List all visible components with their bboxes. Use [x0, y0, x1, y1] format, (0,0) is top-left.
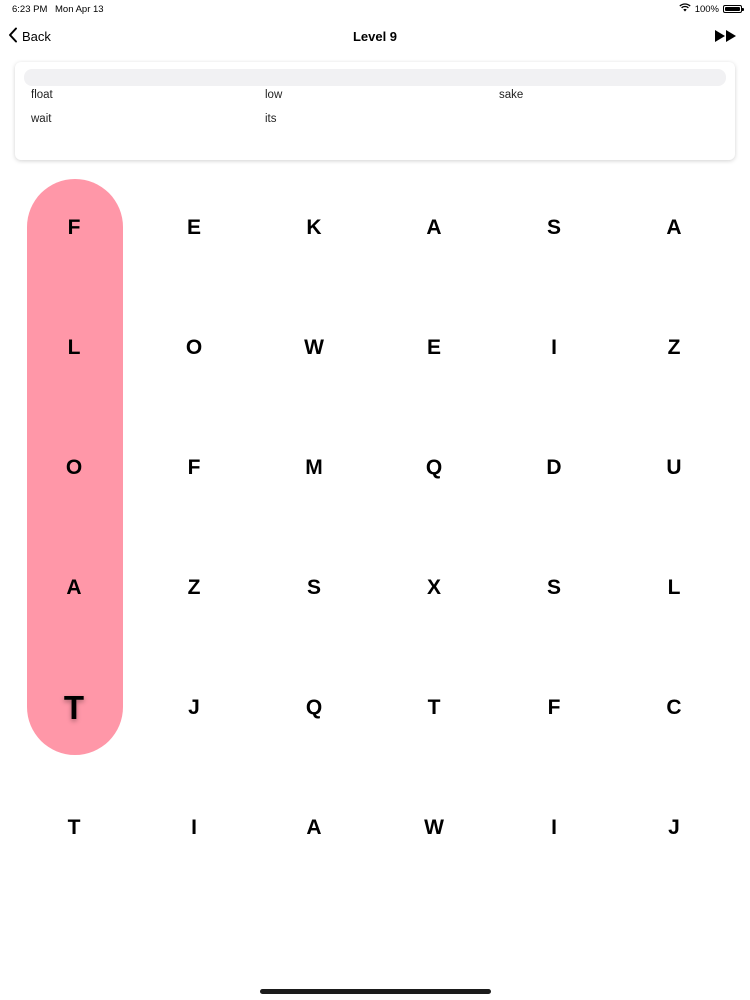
grid-cell[interactable]: L [614, 528, 734, 648]
chevron-left-icon [8, 27, 18, 46]
grid-cell[interactable]: A [614, 168, 734, 288]
grid-cell[interactable]: W [374, 768, 494, 888]
grid-cell[interactable]: E [134, 168, 254, 288]
word-item: float [31, 89, 53, 101]
status-indicators: 100% [679, 3, 744, 15]
status-bar: 6:23 PM Mon Apr 13 100% [0, 0, 750, 18]
grid-cell[interactable]: A [374, 168, 494, 288]
skip-level-button[interactable] [714, 29, 738, 48]
word-item: low [265, 89, 283, 101]
status-date: Mon Apr 13 [55, 4, 104, 15]
grid-cell[interactable]: S [494, 168, 614, 288]
wifi-icon [679, 3, 691, 15]
word-item: its [265, 113, 277, 125]
grid-cell[interactable]: K [254, 168, 374, 288]
grid-cell[interactable]: S [254, 528, 374, 648]
grid-cell[interactable]: F [14, 168, 134, 288]
grid-cell[interactable]: U [614, 408, 734, 528]
grid-cell[interactable]: Z [134, 528, 254, 648]
grid-cell[interactable]: I [494, 288, 614, 408]
word-item: wait [31, 113, 52, 125]
grid-cell[interactable]: J [134, 648, 254, 768]
grid-cell[interactable]: F [134, 408, 254, 528]
progress-bar [24, 69, 726, 86]
grid-cell[interactable]: L [14, 288, 134, 408]
back-button[interactable]: Back [8, 27, 51, 46]
status-time: 6:23 PM [12, 4, 48, 15]
grid-cell[interactable]: O [14, 408, 134, 528]
battery-icon [723, 5, 744, 13]
grid-cell[interactable]: A [14, 528, 134, 648]
home-indicator [260, 989, 491, 994]
page-title: Level 9 [352, 29, 398, 44]
navigation-bar: Back Level 9 [0, 20, 750, 56]
grid-cell[interactable]: J [614, 768, 734, 888]
grid-cell[interactable]: S [494, 528, 614, 648]
grid-cell[interactable]: Q [254, 648, 374, 768]
grid-cell[interactable]: D [494, 408, 614, 528]
grid-cell[interactable]: O [134, 288, 254, 408]
grid-cell[interactable]: T [14, 648, 134, 768]
grid-cell[interactable]: M [254, 408, 374, 528]
grid-cell[interactable]: W [254, 288, 374, 408]
grid-cell[interactable]: A [254, 768, 374, 888]
grid-cell[interactable]: C [614, 648, 734, 768]
fast-forward-icon [714, 30, 738, 47]
letter-grid[interactable]: FEKASALOWEIZOFMQDUAZSXSLTJQTFCTIAWIJ [14, 168, 734, 888]
back-label: Back [22, 29, 51, 44]
grid-cell[interactable]: T [14, 768, 134, 888]
grid-cell[interactable]: Z [614, 288, 734, 408]
grid-cell[interactable]: Q [374, 408, 494, 528]
grid-cell[interactable]: I [494, 768, 614, 888]
grid-cell[interactable]: I [134, 768, 254, 888]
grid-cell[interactable]: E [374, 288, 494, 408]
grid-cell[interactable]: F [494, 648, 614, 768]
battery-percent: 100% [694, 3, 719, 15]
word-item: sake [499, 89, 524, 101]
grid-cell[interactable]: X [374, 528, 494, 648]
grid-cell[interactable]: T [374, 648, 494, 768]
word-list-card: float low sake wait its [15, 62, 735, 160]
